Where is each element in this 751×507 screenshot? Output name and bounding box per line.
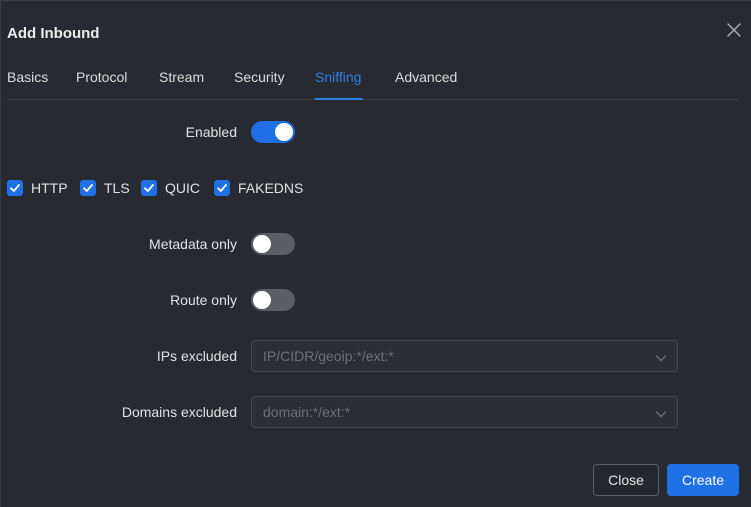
- checkbox-label: TLS: [104, 180, 130, 196]
- route-only-switch[interactable]: [251, 289, 295, 311]
- modal-title: Add Inbound: [7, 25, 100, 42]
- checkbox-label: QUIC: [165, 180, 200, 196]
- ips-excluded-select[interactable]: IP/CIDR/geoip:*/ext:*: [251, 340, 678, 372]
- checkbox-checked-icon: [80, 180, 96, 196]
- checkbox-label: FAKEDNS: [238, 180, 304, 196]
- checkbox-checked-icon: [214, 180, 230, 196]
- metadata-only-label: Metadata only: [149, 236, 237, 252]
- ips-excluded-label: IPs excluded: [156, 348, 237, 364]
- close-button[interactable]: Close: [593, 464, 659, 496]
- switch-knob: [253, 235, 271, 253]
- active-tab-indicator: [315, 98, 363, 100]
- domains-excluded-select[interactable]: domain:*/ext:*: [251, 396, 678, 428]
- chevron-down-icon: [655, 407, 667, 419]
- tab-sniffing[interactable]: Sniffing: [315, 69, 361, 85]
- tab-stream[interactable]: Stream: [159, 69, 204, 85]
- close-icon[interactable]: [725, 21, 743, 39]
- add-inbound-modal: Add Inbound Basics Protocol Stream Secur…: [0, 0, 751, 507]
- chevron-down-icon: [655, 351, 667, 363]
- domains-excluded-placeholder: domain:*/ext:*: [263, 404, 351, 420]
- route-only-label: Route only: [170, 292, 237, 308]
- tab-advanced[interactable]: Advanced: [395, 69, 457, 85]
- metadata-only-switch[interactable]: [251, 233, 295, 255]
- domains-excluded-label: Domains excluded: [121, 404, 237, 420]
- checkbox-label: HTTP: [31, 180, 68, 196]
- tab-security[interactable]: Security: [234, 69, 285, 85]
- switch-knob: [275, 123, 293, 141]
- create-button[interactable]: Create: [667, 464, 739, 496]
- tab-bar: Basics Protocol Stream Security Sniffing…: [7, 59, 739, 100]
- ips-excluded-placeholder: IP/CIDR/geoip:*/ext:*: [263, 348, 394, 364]
- tab-basics[interactable]: Basics: [7, 69, 48, 85]
- switch-knob: [253, 291, 271, 309]
- enabled-switch[interactable]: [251, 121, 295, 143]
- tab-protocol[interactable]: Protocol: [76, 69, 127, 85]
- enabled-label: Enabled: [185, 124, 237, 140]
- checkbox-checked-icon: [141, 180, 157, 196]
- checkbox-checked-icon: [7, 180, 23, 196]
